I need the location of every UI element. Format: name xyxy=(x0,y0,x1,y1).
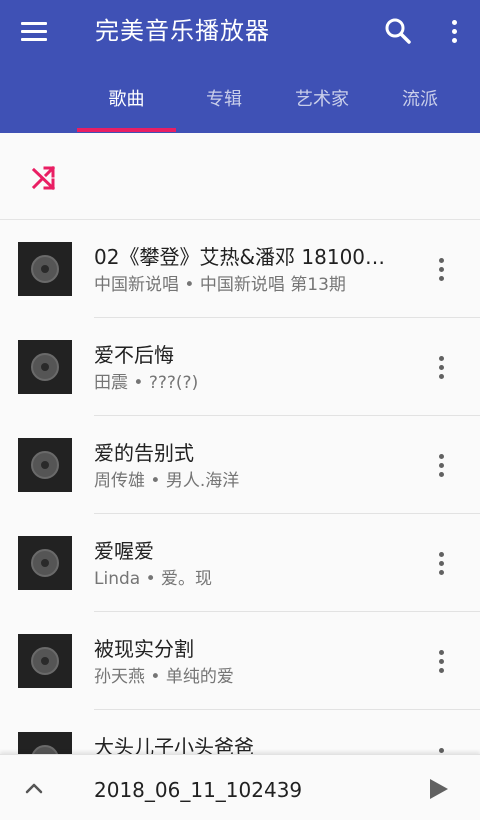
song-title: 爱喔爱 xyxy=(94,539,154,563)
shuffle-icon[interactable] xyxy=(28,163,60,193)
tab-artists[interactable]: 艺术家 xyxy=(272,70,372,130)
toolbar: 完美音乐播放器 xyxy=(0,0,480,62)
album-art xyxy=(18,634,72,688)
song-subtitle: 田震 • ???(?) xyxy=(94,371,394,395)
album-art xyxy=(18,536,72,590)
separator: • xyxy=(140,569,162,589)
disc-icon xyxy=(31,647,59,675)
song-more-icon[interactable] xyxy=(430,743,452,754)
song-title: 爱的告别式 xyxy=(94,441,194,465)
separator: • xyxy=(145,667,166,687)
disc-icon xyxy=(31,451,59,479)
tab-albums[interactable]: 专辑 xyxy=(176,70,272,130)
list-item[interactable]: 爱的告别式 周传雄 • 男人.海洋 xyxy=(0,416,480,514)
song-album: ???(?) xyxy=(148,373,199,393)
list-item[interactable]: 爱不后悔 田震 • ???(?) xyxy=(0,318,480,416)
song-more-icon[interactable] xyxy=(430,547,452,579)
shuffle-row xyxy=(0,133,480,220)
album-art xyxy=(18,340,72,394)
now-playing-title: 2018_06_11_102439 xyxy=(94,778,303,802)
disc-icon xyxy=(31,353,59,381)
tab-songs[interactable]: 歌曲 xyxy=(77,70,176,130)
song-album: 男人.海洋 xyxy=(165,471,240,491)
song-more-icon[interactable] xyxy=(430,351,452,383)
tab-indicator xyxy=(77,128,176,132)
song-album: 爱。现 xyxy=(161,569,213,589)
song-artist: Linda xyxy=(94,569,141,589)
song-more-icon[interactable] xyxy=(430,449,452,481)
mini-player[interactable]: 2018_06_11_102439 xyxy=(0,754,480,820)
song-artist: 田震 xyxy=(94,373,128,393)
list-item[interactable]: 02《攀登》艾热&潘邓 181005... 中国新说唱 • 中国新说唱 第13期 xyxy=(0,220,480,318)
app-bar: 完美音乐播放器 歌曲 专辑 艺术家 流派 xyxy=(0,0,480,133)
play-icon[interactable] xyxy=(424,775,452,803)
chevron-up-icon[interactable] xyxy=(20,775,48,801)
list-item[interactable]: 爱喔爱 Linda • 爱。现 xyxy=(0,514,480,612)
tab-genres[interactable]: 流派 xyxy=(372,70,468,130)
separator: • xyxy=(145,471,166,491)
menu-icon[interactable] xyxy=(14,12,54,50)
more-vert-icon[interactable] xyxy=(436,11,472,51)
album-art xyxy=(18,438,72,492)
separator: • xyxy=(128,373,149,393)
song-artist: 周传雄 xyxy=(94,471,145,491)
search-icon[interactable] xyxy=(378,11,418,51)
song-subtitle: 孙天燕 • 单纯的爱 xyxy=(94,665,394,689)
song-subtitle: 周传雄 • 男人.海洋 xyxy=(94,469,394,493)
song-title: 大头儿子小头爸爸 xyxy=(94,735,254,754)
album-art xyxy=(18,732,72,754)
song-artist: 孙天燕 xyxy=(94,667,145,687)
song-list: 02《攀登》艾热&潘邓 181005... 中国新说唱 • 中国新说唱 第13期… xyxy=(0,220,480,754)
song-album: 中国新说唱 第13期 xyxy=(199,275,346,295)
list-item[interactable]: 大头儿子小头爸爸 xyxy=(0,710,480,754)
song-title: 被现实分割 xyxy=(94,637,194,661)
song-more-icon[interactable] xyxy=(430,645,452,677)
song-more-icon[interactable] xyxy=(430,253,452,285)
disc-icon xyxy=(31,745,59,754)
disc-icon xyxy=(31,549,59,577)
song-subtitle: 中国新说唱 • 中国新说唱 第13期 xyxy=(94,273,394,297)
disc-icon xyxy=(31,255,59,283)
album-art xyxy=(18,242,72,296)
song-title: 爱不后悔 xyxy=(94,343,174,367)
separator: • xyxy=(179,275,200,295)
list-item[interactable]: 被现实分割 孙天燕 • 单纯的爱 xyxy=(0,612,480,710)
song-artist: 中国新说唱 xyxy=(94,275,179,295)
tab-bar: 歌曲 专辑 艺术家 流派 xyxy=(0,70,480,133)
song-subtitle: Linda • 爱。现 xyxy=(94,567,394,591)
app-title: 完美音乐播放器 xyxy=(95,17,270,45)
song-album: 单纯的爱 xyxy=(165,667,234,687)
song-title: 02《攀登》艾热&潘邓 181005... xyxy=(94,245,394,269)
